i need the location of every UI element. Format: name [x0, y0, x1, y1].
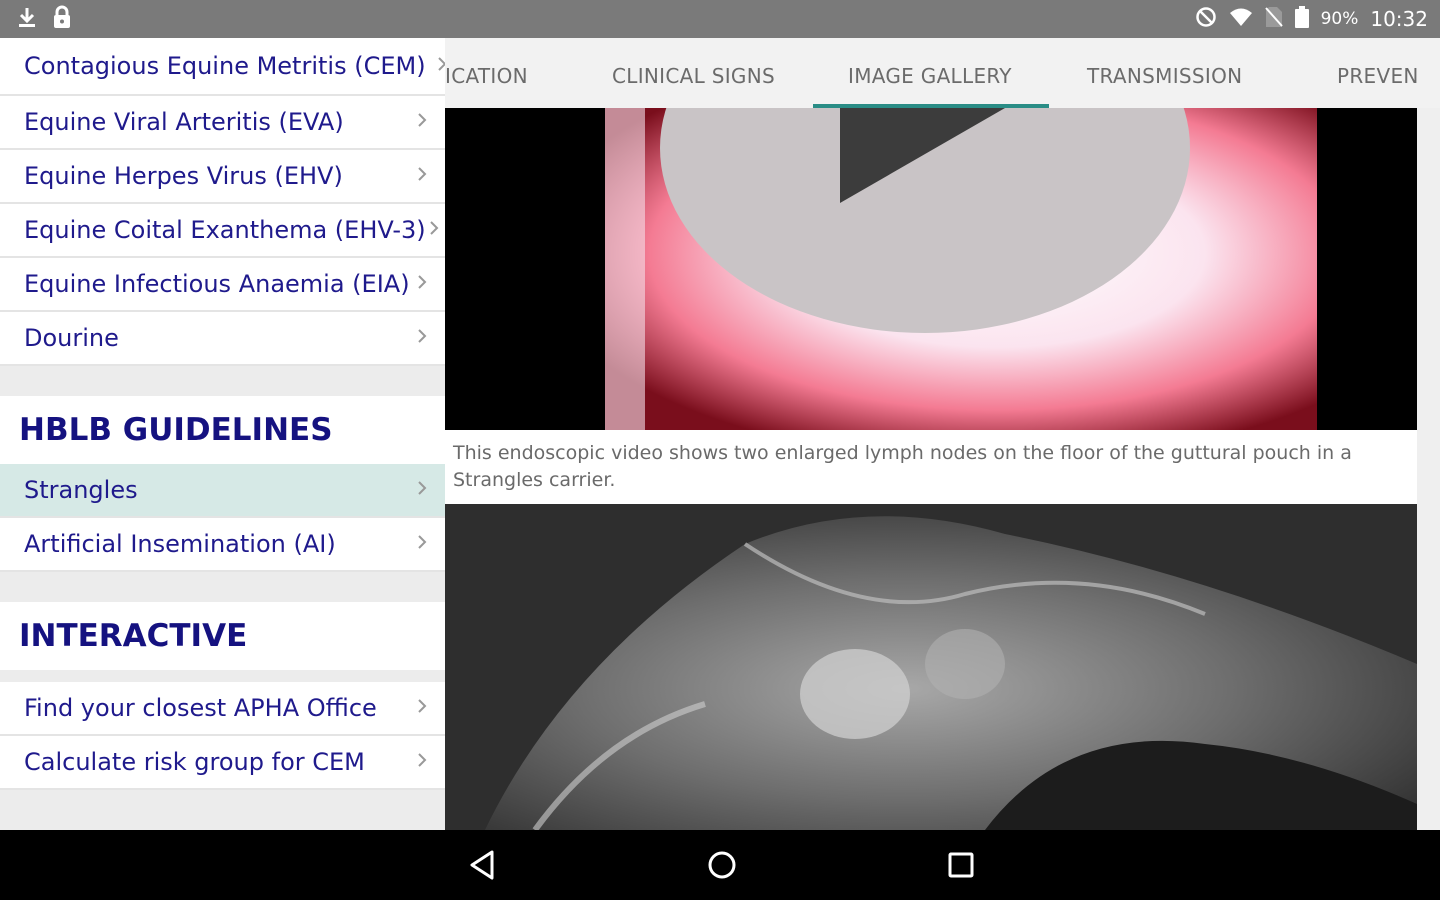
sidebar-item-label: Equine Viral Arteritis (EVA) [24, 108, 344, 136]
wifi-icon [1229, 7, 1253, 32]
tab-transmission[interactable]: TRANSMISSION [1087, 64, 1242, 88]
content-scrollbar[interactable] [1417, 108, 1440, 830]
battery-icon [1294, 5, 1309, 33]
chevron-right-icon [417, 480, 427, 500]
download-icon [16, 6, 38, 32]
no-sim-icon [1264, 6, 1283, 33]
sidebar-item-label: Dourine [24, 324, 119, 352]
home-icon[interactable] [702, 845, 742, 885]
back-icon[interactable] [462, 845, 502, 885]
sidebar-item-label: Strangles [24, 476, 138, 504]
tab-clinical-signs[interactable]: CLINICAL SIGNS [612, 64, 775, 88]
sidebar-item-label: Contagious Equine Metritis (CEM) [24, 52, 426, 80]
sidebar-item-label: Calculate risk group for CEM [24, 748, 365, 776]
section-heading-label: HBLB GUIDELINES [19, 412, 333, 448]
do-not-disturb-icon [1195, 6, 1217, 33]
recents-icon[interactable] [941, 845, 981, 885]
section-heading-interactive: INTERACTIVE [0, 602, 445, 670]
sidebar-item-ehv3[interactable]: Equine Coital Exanthema (EHV-3) [0, 204, 445, 258]
chevron-right-icon [417, 274, 427, 294]
sidebar-item-label: Equine Herpes Virus (EHV) [24, 162, 343, 190]
sidebar-item-eia[interactable]: Equine Infectious Anaemia (EIA) [0, 258, 445, 312]
chevron-right-icon [417, 534, 427, 554]
chevron-right-icon [417, 752, 427, 772]
section-gap [0, 366, 445, 396]
gallery-caption: This endoscopic video shows two enlarged… [445, 430, 1417, 504]
section-gap [0, 572, 445, 602]
sidebar-item-apha-office[interactable]: Find your closest APHA Office [0, 682, 445, 736]
sidebar-item-label: Find your closest APHA Office [24, 694, 377, 722]
tab-identification[interactable]: ICATION [445, 64, 528, 88]
xray-image[interactable] [445, 504, 1417, 830]
chevron-right-icon [417, 328, 427, 348]
sidebar-item-eva[interactable]: Equine Viral Arteritis (EVA) [0, 96, 445, 150]
sidebar-item-label: Artificial Insemination (AI) [24, 530, 336, 558]
endoscopic-video-player[interactable] [445, 108, 1417, 430]
clock-time: 10:32 [1370, 7, 1428, 31]
chevron-right-icon [437, 56, 445, 76]
chevron-right-icon [417, 112, 427, 132]
sidebar-item-cem[interactable]: Contagious Equine Metritis (CEM) [0, 38, 445, 96]
battery-percent: 90% [1320, 9, 1359, 29]
sidebar-item-ai[interactable]: Artificial Insemination (AI) [0, 518, 445, 572]
chevron-right-icon [429, 220, 439, 240]
status-bar: 90% 10:32 [0, 0, 1440, 38]
sidebar-item-strangles[interactable]: Strangles [0, 464, 445, 518]
endoscopic-video-frame [445, 108, 1417, 430]
sidebar-item-label: Equine Coital Exanthema (EHV-3) [24, 216, 426, 244]
chevron-right-icon [417, 698, 427, 718]
lock-icon [52, 5, 72, 33]
xray-frame [445, 504, 1417, 830]
sidebar: Contagious Equine Metritis (CEM) Equine … [0, 38, 445, 830]
content-pane: ICATION CLINICAL SIGNS IMAGE GALLERY TRA… [445, 38, 1440, 830]
chevron-right-icon [417, 166, 427, 186]
sidebar-item-cem-risk[interactable]: Calculate risk group for CEM [0, 736, 445, 790]
sidebar-item-dourine[interactable]: Dourine [0, 312, 445, 366]
navigation-bar [0, 830, 1440, 900]
tab-prevention[interactable]: PREVEN [1337, 64, 1419, 88]
sidebar-item-label: Equine Infectious Anaemia (EIA) [24, 270, 410, 298]
section-heading-label: INTERACTIVE [19, 618, 248, 654]
tab-bar[interactable]: ICATION CLINICAL SIGNS IMAGE GALLERY TRA… [445, 38, 1440, 108]
section-gap [0, 670, 445, 682]
tab-image-gallery[interactable]: IMAGE GALLERY [848, 64, 1012, 88]
sidebar-item-ehv[interactable]: Equine Herpes Virus (EHV) [0, 150, 445, 204]
section-heading-hblb: HBLB GUIDELINES [0, 396, 445, 464]
